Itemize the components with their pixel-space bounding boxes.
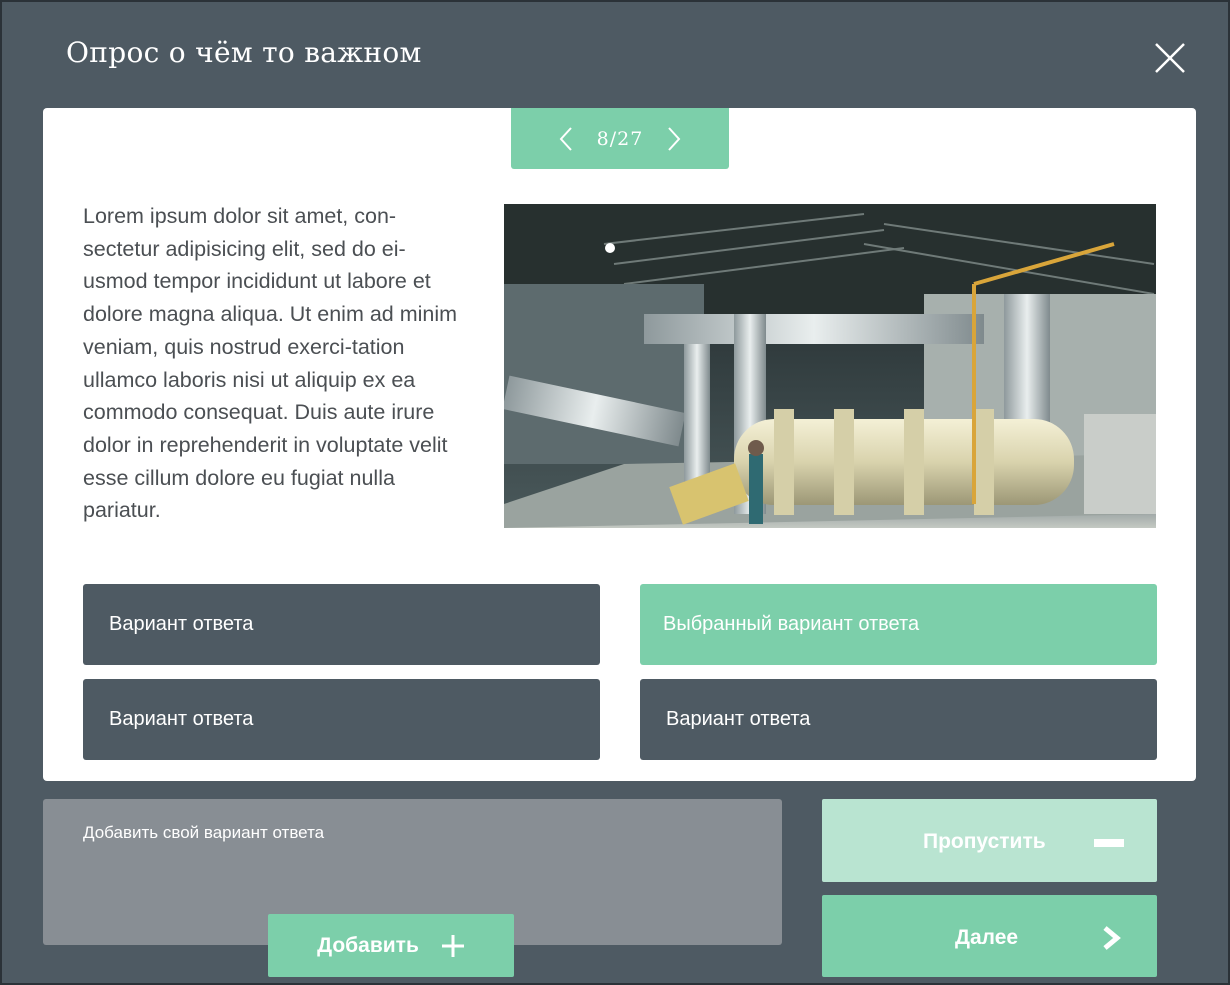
plus-icon: [441, 934, 464, 957]
question-image: [504, 204, 1156, 528]
custom-answer-input[interactable]: [83, 821, 743, 845]
chevron-left-icon[interactable]: [555, 124, 577, 154]
close-icon: [1155, 43, 1185, 73]
chevron-right-icon: [1103, 926, 1121, 950]
next-label: Далее: [955, 926, 1019, 949]
add-answer-label: Добавить: [317, 933, 419, 957]
answer-option-2-selected[interactable]: Выбранный вариант ответа: [640, 584, 1157, 665]
industrial-hall-photo: [504, 204, 1156, 528]
question-card: 8/27 Lorem ipsum dolor sit amet, con-sec…: [43, 108, 1196, 781]
close-button[interactable]: [1152, 40, 1188, 76]
skip-label: Пропустить: [923, 830, 1046, 853]
survey-window: Опрос о чём то важном 8/27 Lorem ipsum d…: [0, 0, 1230, 985]
answer-option-1[interactable]: Вариант ответа: [83, 584, 600, 665]
skip-button[interactable]: Пропустить: [822, 799, 1157, 882]
page-title: Опрос о чём то важном: [66, 36, 422, 69]
question-text: Lorem ipsum dolor sit amet, con-sectetur…: [83, 204, 458, 523]
chevron-right-icon[interactable]: [663, 124, 685, 154]
answer-option-4[interactable]: Вариант ответа: [640, 679, 1157, 760]
next-button[interactable]: Далее: [822, 895, 1157, 977]
answer-option-3[interactable]: Вариант ответа: [83, 679, 600, 760]
add-answer-button[interactable]: Добавить: [268, 914, 514, 977]
minus-icon: [1094, 839, 1124, 847]
page-counter: 8/27: [596, 127, 644, 150]
question-pager: 8/27: [511, 108, 729, 169]
